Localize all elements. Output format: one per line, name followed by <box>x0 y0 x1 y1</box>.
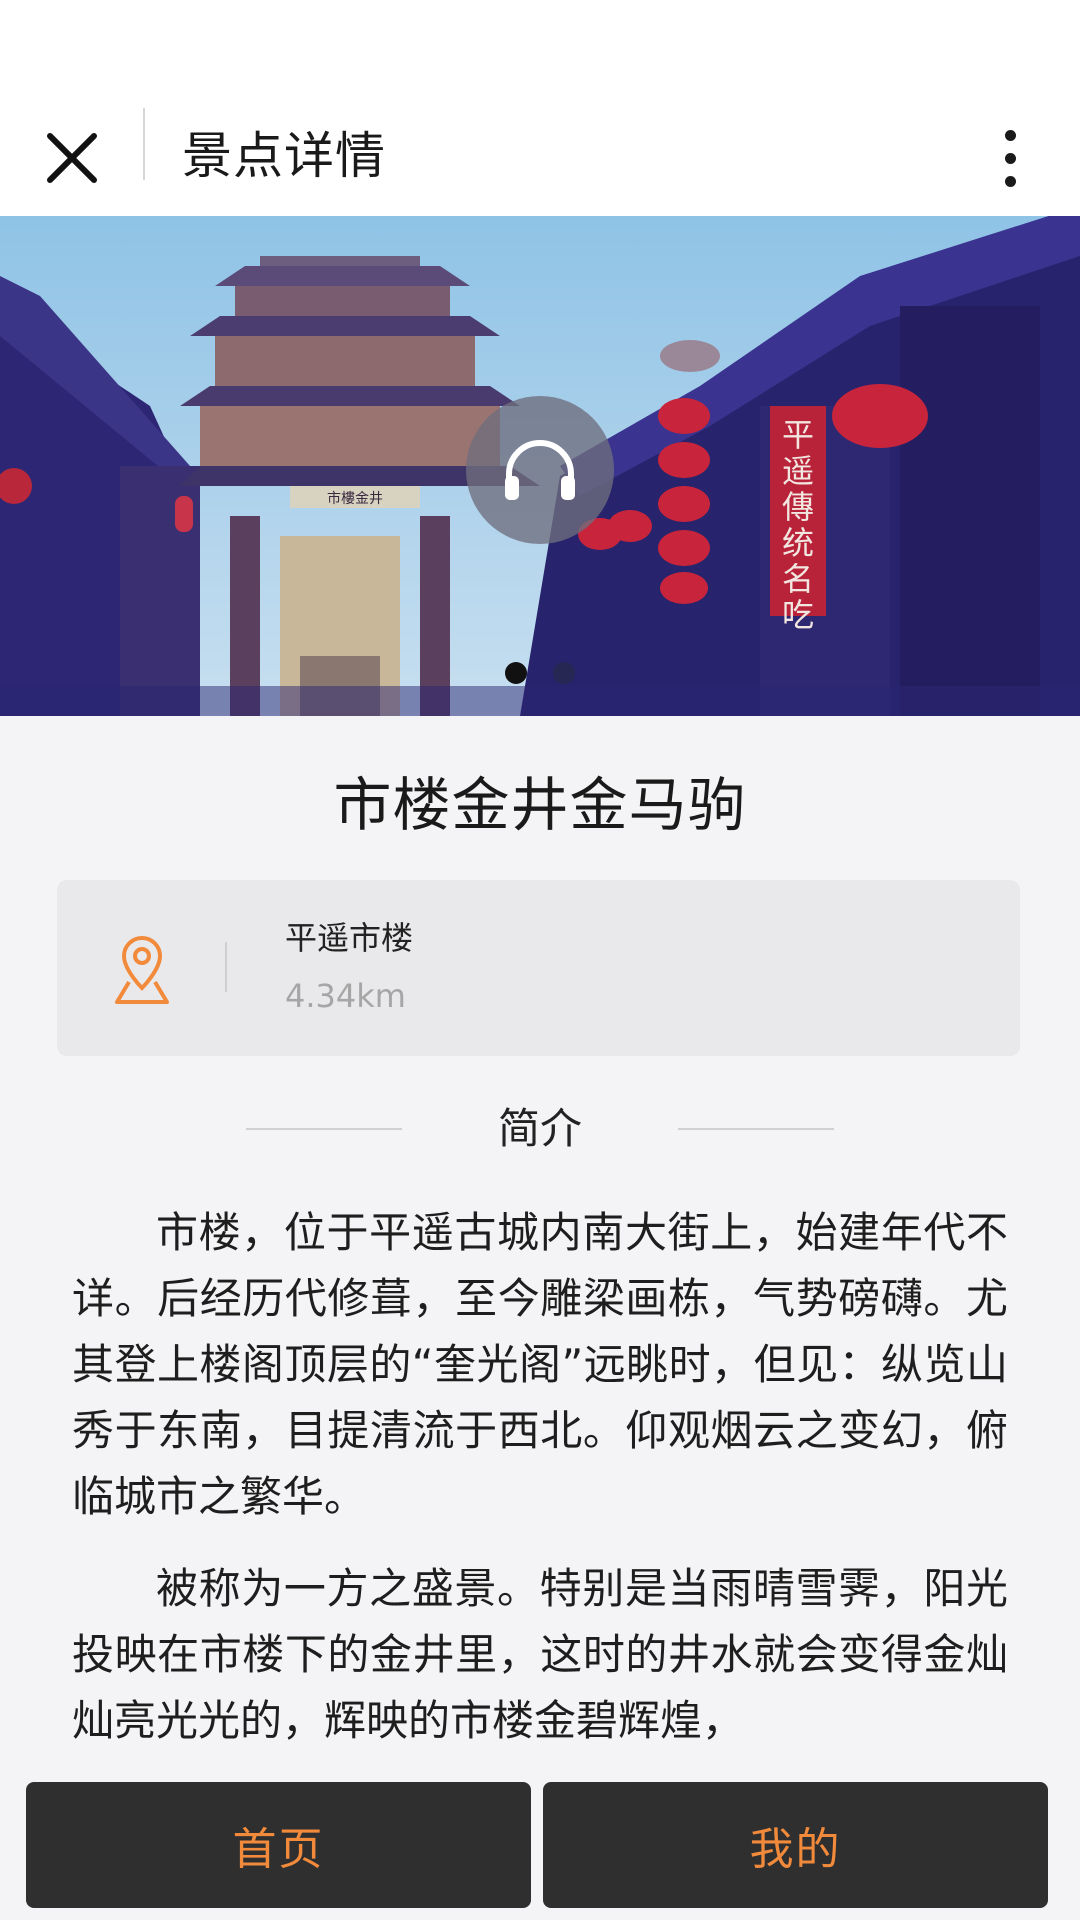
section-line-right <box>678 1128 834 1130</box>
page-title: 景点详情 <box>182 127 386 185</box>
carousel-dot-1[interactable] <box>505 662 527 684</box>
gate-plaque: 市樓金井 <box>327 490 383 507</box>
spot-name: 市楼金井金马驹 <box>333 771 747 839</box>
carousel-indicator <box>0 662 1080 684</box>
intro-paragraph-2: 被称为一方之盛景。特别是当雨晴雪霁，阳光投映在市楼下的金井里，这时的井水就会变得… <box>72 1564 1008 1745</box>
audio-guide-button[interactable] <box>466 396 614 544</box>
close-button[interactable] <box>40 118 104 198</box>
mine-button[interactable]: 我的 <box>543 1782 1048 1908</box>
location-name: 平遥市楼 <box>285 919 414 957</box>
intro-text: 市楼，位于平遥古城内南大街上，始建年代不详。后经历代修葺，至今雕梁画栋，气势磅礴… <box>72 1200 1008 1780</box>
intro-heading: 简介 <box>497 1104 582 1153</box>
location-distance: 4.34km <box>285 977 406 1015</box>
bottom-nav: 首页 我的 <box>0 1770 1080 1920</box>
intro-section-header: 简介 <box>0 1096 1080 1160</box>
more-menu-button[interactable] <box>990 114 1030 202</box>
hero-sign: 平遥傳统名吃 <box>782 416 814 634</box>
close-icon <box>47 133 97 183</box>
status-bar <box>0 0 1080 100</box>
nav-bar: 景点详情 <box>0 100 1080 216</box>
headphones-icon <box>505 440 575 500</box>
nav-divider <box>143 108 145 180</box>
intro-paragraph-1: 市楼，位于平遥古城内南大街上，始建年代不详。后经历代修葺，至今雕梁画栋，气势磅礴… <box>72 1208 1008 1521</box>
home-button[interactable]: 首页 <box>26 1782 531 1908</box>
location-divider <box>225 942 227 992</box>
carousel-dot-2[interactable] <box>553 662 575 684</box>
more-dots-icon <box>1004 129 1016 141</box>
location-pin-icon <box>115 935 169 1004</box>
hero-carousel[interactable]: 市樓金井 平遥傳统名吃 <box>0 216 1080 716</box>
location-card[interactable]: 平遥市楼 4.34km <box>57 880 1020 1056</box>
